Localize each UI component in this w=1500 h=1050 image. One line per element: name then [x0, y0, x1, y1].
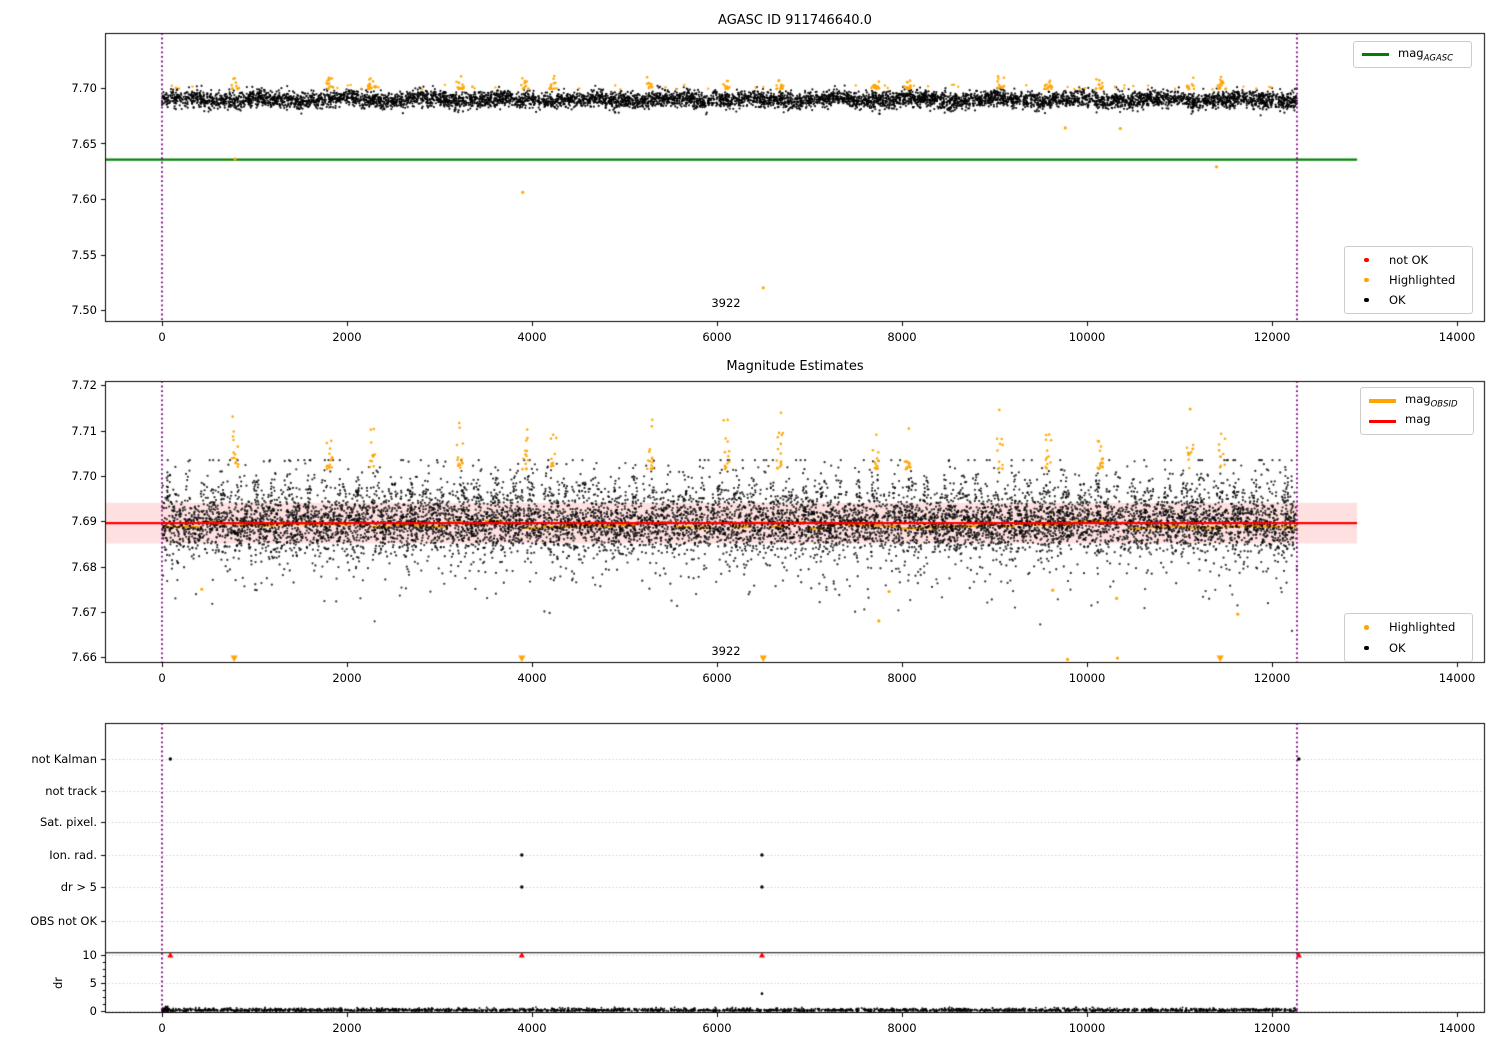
category-tick-label: not track	[45, 783, 97, 798]
category-tick-label: Ion. rad.	[49, 848, 97, 862]
mag-line-icon	[1369, 419, 1396, 423]
x-tick-label: 6000	[702, 671, 732, 685]
legend-row-mag: mag	[1369, 411, 1465, 431]
x-tick-label: 14000	[1438, 671, 1476, 685]
ok-dot-icon	[1353, 645, 1380, 650]
x-tick-label: 12000	[1253, 330, 1291, 344]
x-tick-label: 0	[158, 330, 166, 344]
y-tick-label: 7.71	[71, 423, 97, 438]
dr-tick-label: 10	[82, 948, 97, 962]
y-tick-label: 7.65	[71, 136, 97, 151]
x-tick-label: 12000	[1253, 671, 1291, 685]
legend-row-mag-obsid: magOBSID	[1369, 391, 1465, 411]
dr-axis-label: dr	[51, 976, 66, 990]
x-tick-label: 8000	[887, 330, 917, 344]
x-tick-label: 6000	[702, 330, 732, 344]
x-tick-label: 10000	[1068, 671, 1106, 685]
legend-label: Highlighted	[1389, 273, 1456, 287]
ok-dot-icon	[1353, 297, 1380, 303]
y-tick-label: 7.50	[71, 303, 97, 317]
legend-row-mag-agasc: magAGASC	[1362, 45, 1463, 64]
legend-row-highlighted: Highlighted	[1353, 270, 1464, 290]
x-tick-label: 8000	[887, 1021, 917, 1035]
x-tick-label: 10000	[1068, 1021, 1106, 1035]
x-tick-label: 14000	[1438, 1021, 1476, 1035]
y-tick-label: 7.55	[71, 247, 97, 262]
dr-tick-label: 0	[89, 1004, 97, 1018]
dr-tick-label: 5	[89, 976, 97, 990]
x-tick-label: 4000	[517, 1021, 547, 1035]
x-tick-label: 12000	[1253, 1021, 1291, 1035]
legend-row-highlighted: Highlighted	[1353, 617, 1464, 638]
mag-obsid-line-icon	[1369, 399, 1396, 403]
x-tick-label: 8000	[887, 671, 917, 685]
y-tick-label: 7.66	[71, 650, 97, 665]
category-tick-label: Sat. pixel.	[39, 815, 97, 829]
middle-plot-title: Magnitude Estimates	[726, 359, 864, 374]
category-tick-label: dr > 5	[60, 880, 97, 894]
mag-agasc-line-icon	[1362, 53, 1389, 56]
legend-row-ok: OK	[1353, 638, 1464, 659]
legend-mag-agasc: magAGASC	[1353, 41, 1472, 68]
x-tick-label: 14000	[1438, 330, 1476, 344]
legend-label: mag	[1405, 412, 1431, 427]
top-plot-title: AGASC ID 911746640.0	[718, 13, 872, 28]
legend-mag-lines: magOBSID mag	[1360, 387, 1474, 435]
y-tick-label: 7.72	[71, 378, 97, 393]
plots-canvas	[0, 0, 1500, 1050]
legend-middle-plot-markers: Highlighted OK	[1344, 613, 1473, 662]
x-tick-label: 4000	[517, 330, 547, 344]
legend-label: OK	[1389, 293, 1406, 307]
not-ok-dot-icon	[1353, 257, 1380, 263]
highlighted-dot-icon	[1353, 625, 1380, 630]
x-tick-label: 2000	[332, 671, 362, 685]
x-tick-label: 0	[158, 671, 166, 685]
x-tick-label: 2000	[332, 1021, 362, 1035]
category-tick-label: not Kalman	[31, 752, 97, 766]
category-tick-label: OBS not OK	[30, 914, 97, 928]
legend-label: Highlighted	[1389, 620, 1456, 635]
legend-row-not-ok: not OK	[1353, 250, 1464, 270]
y-tick-label: 7.67	[71, 604, 97, 619]
y-tick-label: 7.60	[71, 192, 97, 206]
x-tick-label: 0	[158, 1021, 166, 1035]
y-tick-label: 7.70	[71, 469, 97, 483]
y-tick-label: 7.68	[71, 559, 97, 574]
middle-plot-obsid-annotation: 3922	[711, 644, 741, 658]
legend-label: not OK	[1389, 253, 1429, 267]
x-tick-label: 2000	[332, 330, 362, 344]
legend-label: OK	[1389, 640, 1406, 655]
y-tick-label: 7.69	[71, 514, 97, 529]
top-plot-obsid-annotation: 3922	[711, 296, 741, 310]
x-tick-label: 10000	[1068, 330, 1106, 344]
legend-top-plot-markers: not OK Highlighted OK	[1344, 246, 1473, 314]
figure: AGASC ID 911746640.0 Magnitude Estimates…	[0, 0, 1500, 1050]
highlighted-dot-icon	[1353, 277, 1380, 283]
legend-label: magOBSID	[1405, 392, 1458, 410]
legend-row-ok: OK	[1353, 290, 1464, 310]
x-tick-label: 6000	[702, 1021, 732, 1035]
x-tick-label: 4000	[517, 671, 547, 685]
legend-label: magAGASC	[1398, 45, 1454, 64]
y-tick-label: 7.70	[71, 81, 97, 95]
